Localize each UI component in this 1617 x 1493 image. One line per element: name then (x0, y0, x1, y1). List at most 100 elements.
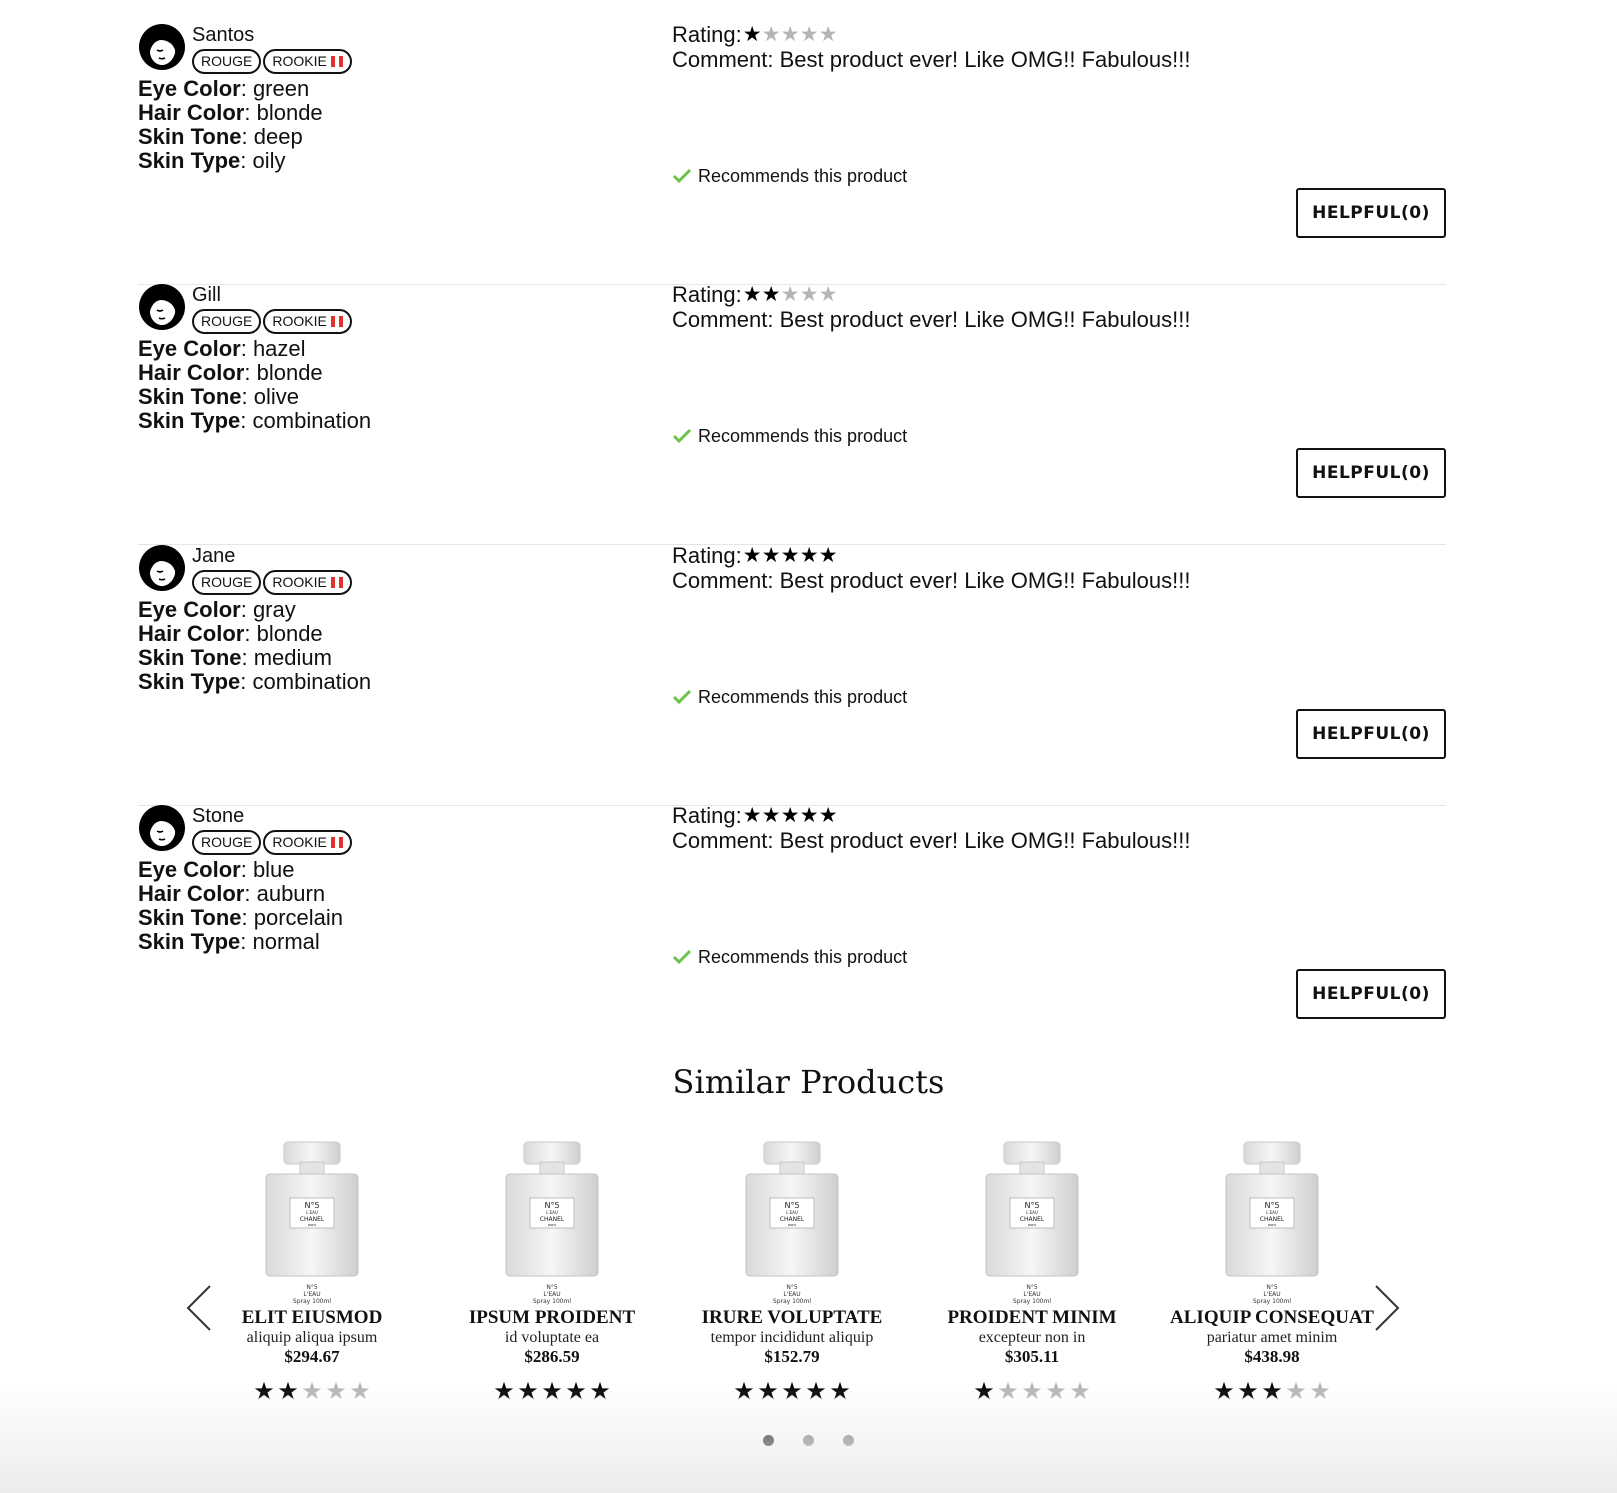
product-card[interactable]: N°5 L'EAU CHANEL PARIS N°5 L'EAU Spray 100ml IR… (687, 1140, 897, 1405)
product-card[interactable]: N°5 L'EAU CHANEL PARIS N°5 L'EAU Spray 100ml PR… (927, 1140, 1137, 1405)
attribute-label: Eye Color (138, 336, 241, 361)
product-name[interactable]: IRURE VOLUPTATE (687, 1307, 897, 1329)
attribute-value: olive (253, 384, 299, 409)
badge-label: ROOKIE (272, 834, 327, 850)
flag-icon (330, 56, 343, 67)
bottle-label: CHANEL (780, 1216, 805, 1223)
review-comment: Comment: Best product ever! Like OMG!! F… (672, 307, 1191, 332)
recommends-text: Recommends this product (698, 166, 908, 186)
reviewer-attributes: Eye Color: blue Hair Color: auburn Skin To… (138, 858, 343, 954)
bottle-caption-line: L'EAU (783, 1291, 801, 1298)
attribute-row: Eye Color: blue (138, 857, 295, 882)
attribute-label: Eye Color (138, 857, 241, 882)
bottle-label: N°5 (1264, 1201, 1279, 1210)
similar-products-title: Similar Products (672, 1063, 945, 1101)
attribute-label: Hair Color (138, 360, 245, 385)
rating-stars: ★ ★ ★ ★ ★ (743, 284, 838, 306)
reviewer-attributes: Eye Color: gray Hair Color: blonde Skin To… (138, 598, 371, 694)
bottle-caption: N°5 L'EAU Spray 100ml (207, 1284, 417, 1305)
bottle-label: L'EAU (786, 1210, 798, 1215)
reviewer-name: Santos (192, 24, 255, 46)
attribute-value: blue (252, 857, 295, 882)
attribute-label: Eye Color (138, 76, 241, 101)
recommends-indicator: Recommends this product (672, 946, 907, 968)
attribute-value: blonde (256, 360, 323, 385)
rating-stars: ★ ★ ★ ★ ★ (743, 545, 838, 567)
rating-stars: ★ ★ ★ ★ ★ (743, 24, 838, 46)
attribute-row: Skin Tone: olive (138, 384, 299, 409)
reviewer-name: Gill (192, 284, 221, 306)
badge-label: ROOKIE (272, 313, 327, 329)
helpful-button[interactable]: HELPFUL(0) (1296, 188, 1446, 238)
star-icon: ★ (761, 23, 781, 46)
product-card[interactable]: N°5 L'EAU CHANEL PARIS N°5 L'EAU Spray 100ml EL… (207, 1140, 417, 1405)
bottle-label: CHANEL (300, 1216, 325, 1223)
bottle-caption-line: Spray 100ml (1012, 1298, 1052, 1305)
attribute-row: Hair Color: blonde (138, 100, 323, 125)
attribute-row: Skin Type: normal (138, 929, 320, 954)
badge-label: ROOKIE (272, 574, 327, 590)
product-card[interactable]: N°5 L'EAU CHANEL PARIS N°5 L'EAU Spray 100ml IP… (447, 1140, 657, 1405)
star-icon: ★ (761, 804, 781, 827)
product-description: excepteur non in (978, 1329, 1086, 1346)
product-name[interactable]: PROIDENT MINIM (927, 1307, 1137, 1329)
attribute-row: Skin Type: combination (138, 408, 372, 433)
flag-icon (330, 577, 343, 588)
perfume-bottle-image: N°5L'EAUCHANELPARIS (505, 1141, 599, 1277)
bottle-caption-line: L'EAU (1023, 1291, 1041, 1298)
product-name[interactable]: ELIT EIUSMOD (207, 1307, 417, 1329)
attribute-value: oily (252, 148, 286, 173)
product-description: id voluptate ea (504, 1329, 600, 1346)
review-comment: Comment: Best product ever! Like OMG!! F… (672, 47, 1191, 72)
attribute-label: Skin Tone (138, 645, 242, 670)
flag-icon (330, 837, 343, 848)
bottle-label: L'EAU (1026, 1210, 1038, 1215)
bottle-caption-line: L'EAU (303, 1291, 321, 1298)
recommends-text: Recommends this product (698, 687, 908, 707)
attribute-label: Hair Color (138, 881, 245, 906)
perfume-bottle-image: N°5L'EAUCHANELPARIS (985, 1141, 1079, 1277)
attribute-label: Hair Color (138, 621, 245, 646)
star-icon: ★ (780, 544, 800, 567)
bottle-caption-line: N°5 (1266, 1284, 1278, 1291)
attribute-label: Skin Tone (138, 905, 242, 930)
attribute-value: hazel (252, 336, 306, 361)
rating-label: Rating: (672, 22, 742, 47)
product-description: aliquip aliqua ipsum (246, 1329, 378, 1346)
attribute-row: Skin Type: combination (138, 669, 372, 694)
product-name[interactable]: IPSUM PROIDENT (447, 1307, 657, 1329)
helpful-button[interactable]: HELPFUL(0) (1296, 709, 1446, 759)
review-card: Santos ROUGE ROOKIE Eye Color: green Hair Co… (138, 23, 1446, 285)
attribute-label: Eye Color (138, 597, 241, 622)
product-price: $286.59 (524, 1347, 580, 1366)
helpful-button[interactable]: HELPFUL(0) (1296, 969, 1446, 1019)
attribute-label: Skin Tone (138, 124, 242, 149)
bottle-label: CHANEL (540, 1216, 565, 1223)
review-card: Jane ROUGE ROOKIE Eye Color: gray Hair Color… (138, 544, 1446, 806)
star-icon: ★ (799, 283, 819, 306)
star-icon: ★ (780, 804, 800, 827)
bottle-label: N°5 (544, 1201, 559, 1210)
review-comment: Comment: Best product ever! Like OMG!! F… (672, 828, 1191, 853)
star-icon: ★ (742, 23, 762, 46)
bottle-caption-line: L'EAU (1263, 1291, 1281, 1298)
bottle-caption-line: N°5 (306, 1284, 318, 1291)
badge-rookie: ROOKIE (263, 309, 352, 334)
product-name[interactable]: ALIQUIP CONSEQUAT (1167, 1307, 1377, 1329)
star-icon: ★ (742, 283, 762, 306)
checkmark-icon (672, 949, 692, 965)
checkmark-icon (672, 168, 692, 184)
bottle-caption-line: Spray 100ml (772, 1298, 812, 1305)
rating-stars: ★ ★ ★ ★ ★ (743, 805, 838, 827)
attribute-value: porcelain (253, 905, 344, 930)
rating-row: Rating: ★ ★ ★ ★ ★ (672, 544, 838, 568)
reviewer-name: Jane (192, 545, 236, 567)
attribute-value: blonde (256, 621, 323, 646)
woman-face-icon (139, 545, 185, 591)
helpful-button[interactable]: HELPFUL(0) (1296, 448, 1446, 498)
attribute-row: Eye Color: hazel (138, 336, 306, 361)
product-card[interactable]: N°5 L'EAU CHANEL PARIS N°5 L'EAU Spray 100ml AL… (1167, 1140, 1377, 1405)
badge-label: ROOKIE (272, 53, 327, 69)
product-price: $294.67 (284, 1347, 340, 1366)
badge-rookie: ROOKIE (263, 830, 352, 855)
